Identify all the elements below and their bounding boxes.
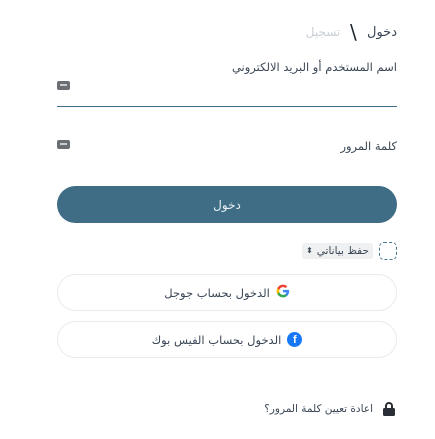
google-login-button[interactable]: الدخول بحساب جوجل: [57, 274, 397, 311]
tab-login[interactable]: دخول: [367, 25, 397, 40]
tab-separator: /: [350, 20, 357, 44]
remember-checkbox[interactable]: [379, 242, 397, 260]
autofill-icon[interactable]: [57, 140, 70, 149]
facebook-icon: f: [287, 332, 303, 347]
tab-register[interactable]: تسجيل: [306, 25, 341, 39]
auth-tabs: دخول / تسجيل: [306, 20, 397, 44]
reset-password-label: اعادة تعيين كلمة المرور؟: [264, 403, 373, 415]
reset-password-link[interactable]: اعادة تعيين كلمة المرور؟: [264, 402, 395, 416]
remember-label: حفظ بياناتي ⬍: [302, 243, 373, 259]
login-button[interactable]: دخول: [57, 186, 397, 223]
username-underline: [57, 106, 397, 107]
google-icon: [276, 284, 290, 302]
password-field[interactable]: كلمة المرور: [57, 136, 397, 166]
google-login-label: الدخول بحساب جوجل: [164, 285, 270, 300]
facebook-login-label: الدخول بحساب الفيس بوك: [151, 332, 282, 347]
stepper-icon: ⬍: [306, 246, 313, 255]
remember-text: حفظ بياناتي: [316, 245, 369, 257]
username-field[interactable]: اسم المستخدم أو البريد الالكتروني: [57, 58, 397, 108]
username-label: اسم المستخدم أو البريد الالكتروني: [231, 60, 397, 74]
lock-icon: [383, 402, 395, 416]
password-label: كلمة المرور: [340, 139, 397, 153]
facebook-login-button[interactable]: f الدخول بحساب الفيس بوك: [57, 321, 397, 358]
autofill-icon[interactable]: [57, 81, 70, 90]
remember-me: حفظ بياناتي ⬍: [302, 242, 397, 260]
